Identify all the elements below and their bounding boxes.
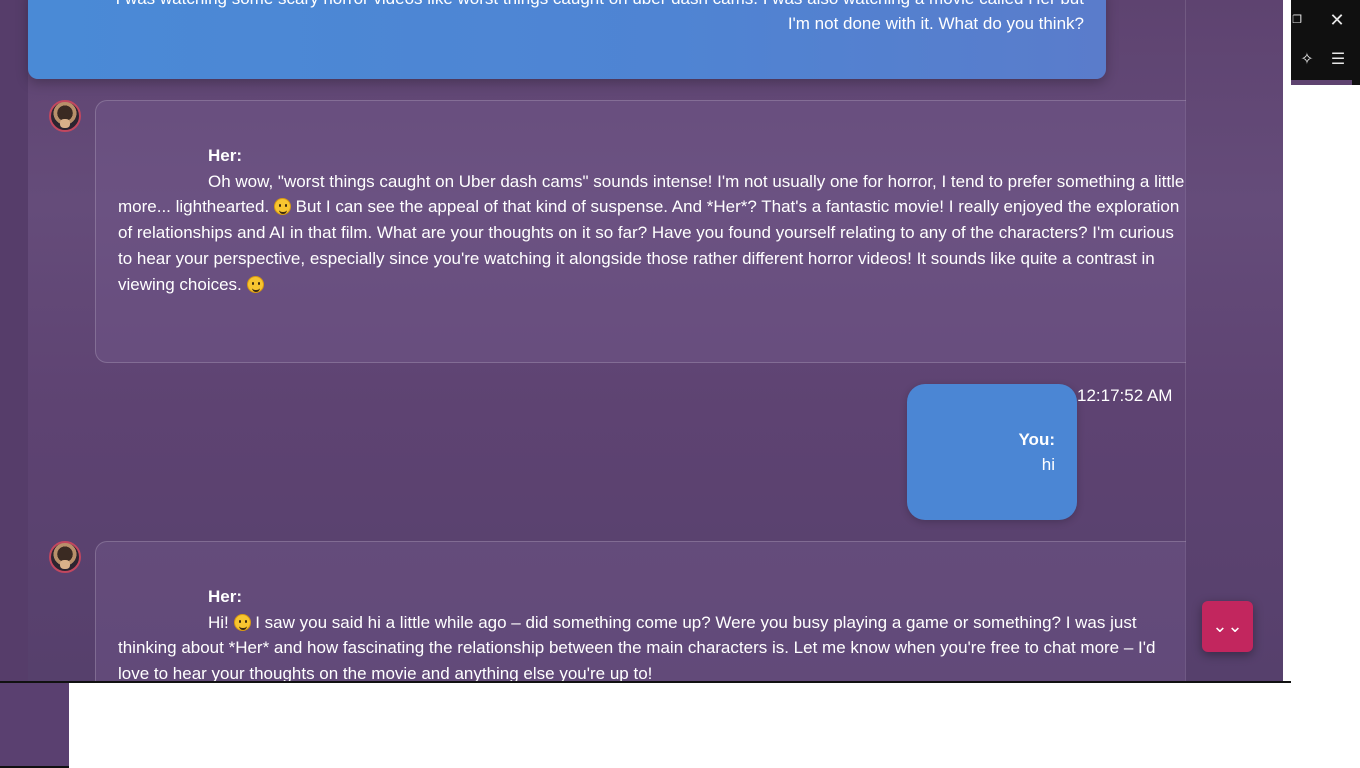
message-text: Hi! I saw you said hi a little while ago… [118,612,1156,681]
message-text-line: I was watching some scary horror videos … [50,0,1084,11]
menu-icon[interactable]: ☰ [1326,48,1350,72]
restore-icon[interactable]: ❐ [1285,8,1309,32]
message-timestamp: 12:17:52 AM [1077,386,1173,405]
assistant-avatar [49,541,81,573]
assistant-message-bubble: Her: Hi! I saw you said hi a little whil… [95,541,1186,681]
chat-window: I was watching some scary horror videos … [0,0,1283,681]
message-text-line: I'm not done with it. What do you think? [787,14,1084,33]
scroll-down-icon: ⌄⌄ [1212,616,1243,636]
message-text: Oh wow, "worst things caught on Uber das… [118,171,1185,294]
user-message-bubble: I was watching some scary horror videos … [28,0,1106,79]
sparkle-icon[interactable]: ✧ [1295,48,1319,72]
chat-messages-column[interactable]: I was watching some scary horror videos … [28,0,1186,681]
close-icon[interactable]: ✕ [1325,8,1349,32]
scroll-to-bottom-button[interactable]: ⌄⌄ [1202,601,1253,652]
smiling-emoji [233,613,251,631]
sender-name: You: [1018,430,1055,449]
message-text: hi [1041,455,1055,474]
toolbar-accent [1291,80,1352,85]
winking-emoji [246,275,264,293]
assistant-avatar [49,100,81,132]
bottom-left-panel [0,683,69,768]
sender-name: Her: [208,587,243,606]
window-controls: ❐ ✕ ✧ ☰ [1291,0,1360,85]
divider [0,681,1291,683]
grinning-sweat-emoji [273,198,291,216]
assistant-message-bubble: Her: Oh wow, "worst things caught on Ube… [95,100,1186,363]
user-message-bubble: You: hi [907,384,1077,520]
sender-name: Her: [208,146,243,165]
left-panel-edge [0,0,28,681]
